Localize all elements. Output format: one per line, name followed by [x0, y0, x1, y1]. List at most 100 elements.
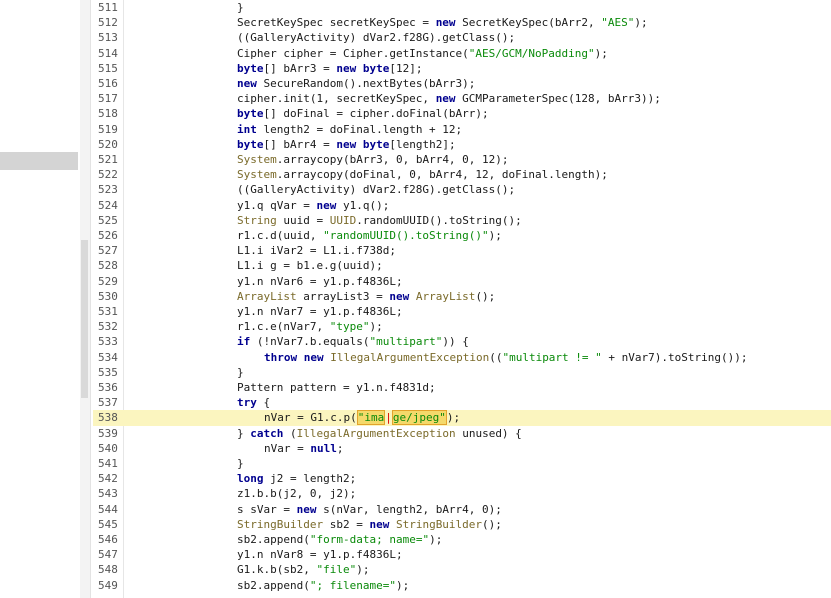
- code-token: new: [389, 289, 410, 303]
- code-line[interactable]: 525 String uuid = UUID.randomUUID().toStr…: [93, 213, 831, 228]
- code-token: z1.b.b(j2, 0, j2);: [237, 487, 357, 501]
- code-line[interactable]: 518 byte[] doFinal = cipher.doFinal(bArr)…: [93, 106, 831, 121]
- code-token: ();: [482, 517, 502, 531]
- code-token: [] bArr4 =: [263, 137, 337, 151]
- code-line[interactable]: 533 if (!nVar7.b.equals("multipart")) {: [93, 334, 831, 349]
- code-line[interactable]: 543 z1.b.b(j2, 0, j2);: [93, 486, 831, 501]
- code-line[interactable]: 549 sb2.append("; filename=");: [93, 578, 831, 593]
- code-token: IllegalArgumentException: [330, 350, 490, 364]
- code-token: [12];: [389, 61, 423, 75]
- code-line[interactable]: 532 r1.c.e(nVar7, "type");: [93, 319, 831, 334]
- code-line[interactable]: 537 try {: [93, 395, 831, 410]
- line-number: 538: [98, 411, 118, 425]
- code-token: ((GalleryActivity) dVar2.f28G).getClass(…: [237, 183, 516, 197]
- line-number: 537: [98, 396, 118, 410]
- code-line[interactable]: 545 StringBuilder sb2 = new StringBuilder…: [93, 517, 831, 532]
- code-line[interactable]: 539} catch (IllegalArgumentException unu…: [93, 426, 831, 441]
- line-number: 524: [98, 198, 118, 212]
- code-line[interactable]: 540 nVar = null;: [93, 441, 831, 456]
- code-text: sb2.append("; filename=");: [237, 578, 409, 593]
- code-text: nVar = null;: [264, 441, 343, 456]
- code-line[interactable]: 534 throw new IllegalArgumentException(("…: [93, 350, 831, 365]
- code-token: );: [369, 320, 383, 334]
- code-text: ((GalleryActivity) dVar2.f28G).getClass(…: [237, 30, 515, 45]
- code-token: );: [395, 578, 410, 592]
- code-line[interactable]: 521 System.arraycopy(bArr3, 0, bArr4, 0, …: [93, 152, 831, 167]
- code-editor[interactable]: 511} 512 SecretKeySpec secretKeySpec = new…: [93, 0, 831, 598]
- code-token: String: [237, 213, 277, 227]
- code-line-highlighted[interactable]: 538 nVar = G1.c.p("ima|ge/jpeg");: [93, 410, 831, 426]
- code-line[interactable]: 512 SecretKeySpec secretKeySpec = new Sec…: [93, 15, 831, 30]
- code-text: int length2 = doFinal.length + 12;: [237, 122, 462, 137]
- code-token: SecretKeySpec secretKeySpec =: [237, 16, 436, 30]
- code-line[interactable]: 535}: [93, 365, 831, 380]
- line-number: 528: [98, 259, 118, 273]
- code-token: r1.c.e(nVar7,: [237, 320, 330, 334]
- code-token: y1.n nVar8 = y1.p.f4836L;: [237, 548, 403, 562]
- code-token: SecureRandom().nextBytes(bArr3);: [256, 77, 476, 90]
- code-text: ((GalleryActivity) dVar2.f28G).getClass(…: [237, 182, 515, 197]
- code-line[interactable]: 548 G1.k.b(sb2, "file");: [93, 562, 831, 577]
- code-line[interactable]: 529 y1.n nVar6 = y1.p.f4836L;: [93, 274, 831, 289]
- line-number: 527: [98, 244, 118, 258]
- line-number: 539: [98, 426, 118, 440]
- code-line[interactable]: 547 y1.n nVar8 = y1.p.f4836L;: [93, 547, 831, 562]
- code-line[interactable]: 522 System.arraycopy(doFinal, 0, bArr4, 1…: [93, 167, 831, 182]
- line-number: 535: [98, 365, 118, 379]
- code-text: byte[] bArr3 = new byte[12];: [237, 61, 422, 76]
- code-line[interactable]: 528 L1.i g = b1.e.g(uuid);: [93, 258, 831, 273]
- panel-scroll-thumb[interactable]: [81, 240, 88, 398]
- code-line[interactable]: 511}: [93, 0, 831, 15]
- code-line[interactable]: 516 new SecureRandom().nextBytes(bArr3);: [93, 76, 831, 91]
- code-token: byte: [237, 137, 264, 151]
- code-token: Pattern pattern = y1.n.f4831d;: [237, 381, 436, 394]
- code-line[interactable]: 519 int length2 = doFinal.length + 12;: [93, 122, 831, 137]
- code-line[interactable]: 527 L1.i iVar2 = L1.i.f738d;: [93, 243, 831, 258]
- code-line[interactable]: 524 y1.q qVar = new y1.q();: [93, 198, 831, 213]
- code-token: ();: [475, 289, 496, 303]
- line-number: 520: [98, 137, 118, 151]
- code-token: (!nVar7.b.equals(: [250, 335, 370, 349]
- selected-tree-item[interactable]: [0, 152, 78, 170]
- code-token: [] bArr3 =: [263, 61, 337, 75]
- text-caret: |: [385, 411, 392, 425]
- code-line[interactable]: 517 cipher.init(1, secretKeySpec, new GCM…: [93, 91, 831, 106]
- code-line[interactable]: 526 r1.c.d(uuid, "randomUUID().toString()…: [93, 228, 831, 243]
- line-number: 532: [98, 320, 118, 334]
- code-token: }: [237, 457, 244, 470]
- code-line[interactable]: 523 ((GalleryActivity) dVar2.f28G).getCla…: [93, 182, 831, 197]
- code-token: new: [303, 350, 324, 364]
- code-token: }: [237, 1, 244, 14]
- code-token: new: [336, 61, 357, 75]
- line-number: 518: [98, 107, 118, 121]
- code-text: G1.k.b(sb2, "file");: [237, 562, 369, 577]
- code-line[interactable]: 544 s sVar = new s(nVar, length2, bArr4, …: [93, 502, 831, 517]
- code-token: "; filename=": [309, 578, 396, 592]
- code-line[interactable]: 536 Pattern pattern = y1.n.f4831d;: [93, 380, 831, 395]
- code-line[interactable]: 515 byte[] bArr3 = new byte[12];: [93, 61, 831, 76]
- code-text: try {: [237, 395, 270, 410]
- line-number: 516: [98, 77, 118, 90]
- code-token: cipher.init(1, secretKeySpec,: [237, 92, 436, 106]
- code-line[interactable]: 513 ((GalleryActivity) dVar2.f28G).getCla…: [93, 30, 831, 45]
- code-token: ArrayList: [237, 289, 297, 303]
- code-line[interactable]: 531 y1.n nVar7 = y1.p.f4836L;: [93, 304, 831, 319]
- code-token: ge/jpeg": [391, 410, 447, 426]
- code-token: null: [310, 441, 337, 455]
- code-text: y1.n nVar7 = y1.p.f4836L;: [237, 304, 403, 319]
- code-line[interactable]: 520 byte[] bArr4 = new byte[length2];: [93, 137, 831, 152]
- code-line[interactable]: 541}: [93, 456, 831, 471]
- code-line[interactable]: 530 ArrayList arrayList3 = new ArrayList(…: [93, 289, 831, 304]
- code-line[interactable]: 514 Cipher cipher = Cipher.getInstance("A…: [93, 46, 831, 61]
- code-token: sb2 =: [323, 517, 370, 531]
- code-token: new: [435, 16, 456, 30]
- code-line[interactable]: 542 long j2 = length2;: [93, 471, 831, 486]
- code-token: ;: [336, 441, 344, 455]
- line-number: 525: [98, 213, 118, 227]
- code-token: unused) {: [455, 426, 522, 440]
- code-token: uuid =: [276, 213, 330, 227]
- line-number: 511: [98, 1, 118, 14]
- code-line[interactable]: 546 sb2.append("form-data; name=");: [93, 532, 831, 547]
